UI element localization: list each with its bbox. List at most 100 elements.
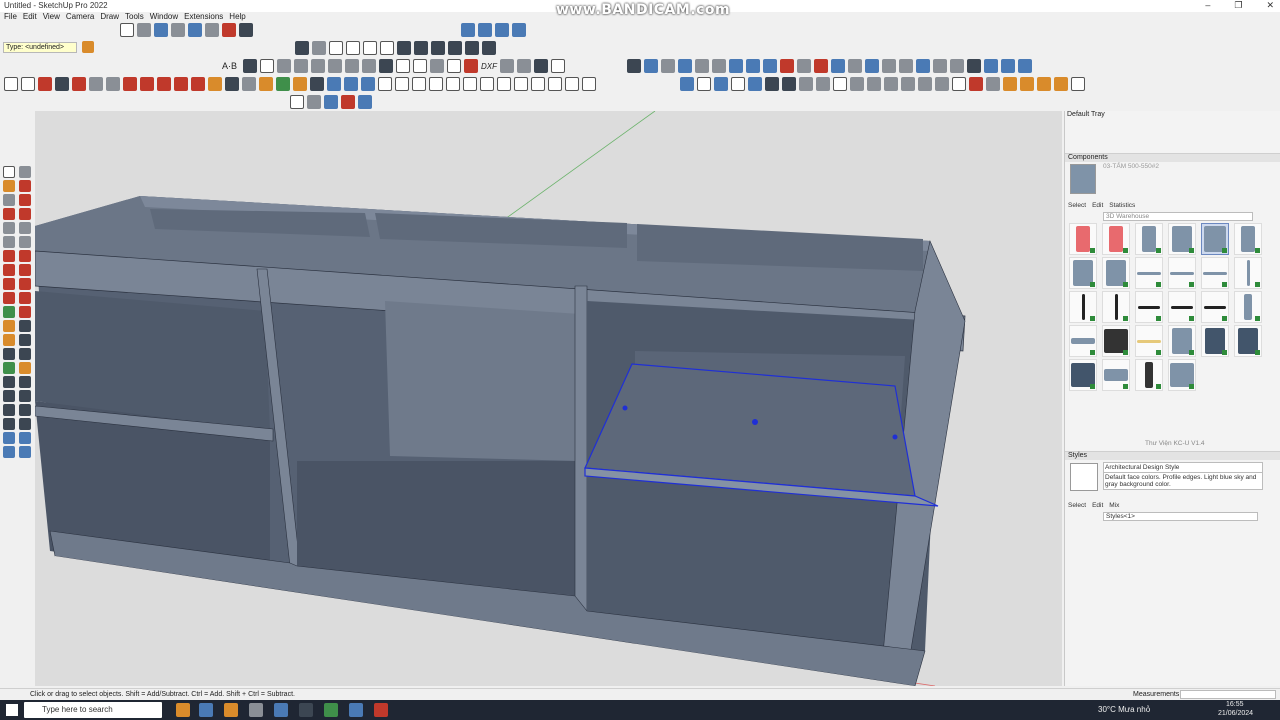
component-thumb[interactable] [1069, 257, 1097, 289]
shadow-icon[interactable] [565, 77, 579, 91]
styles-tab-mix[interactable]: Mix [1109, 502, 1119, 509]
push-left-icon[interactable] [19, 278, 31, 290]
tab-edit[interactable]: Edit [1092, 202, 1103, 209]
panel-icon[interactable] [362, 59, 376, 73]
section-left-icon[interactable] [19, 418, 31, 430]
rotated-rect-icon[interactable] [19, 222, 31, 234]
menu-extensions[interactable]: Extensions [184, 12, 223, 23]
hide-icon[interactable] [882, 59, 896, 73]
fog-icon[interactable] [582, 77, 596, 91]
export-icon[interactable] [205, 23, 219, 37]
component-thumb[interactable] [1069, 359, 1097, 391]
model-viewport[interactable] [35, 111, 1062, 686]
protractor-left-icon[interactable] [3, 334, 15, 346]
component-thumb[interactable] [1135, 223, 1163, 255]
clock-time[interactable]: 16:55 [1226, 701, 1244, 708]
globe-icon[interactable] [984, 59, 998, 73]
component-thumb[interactable] [1168, 257, 1196, 289]
orbit-tool-icon[interactable] [276, 77, 290, 91]
style-wire-icon[interactable] [414, 41, 428, 55]
purge-icon[interactable] [916, 59, 930, 73]
pie-icon[interactable] [19, 264, 31, 276]
cursor-icon[interactable] [260, 59, 274, 73]
menu-window[interactable]: Window [150, 12, 178, 23]
protractor-icon[interactable] [242, 77, 256, 91]
styles-tab-edit[interactable]: Edit [1092, 502, 1103, 509]
export-red-icon[interactable] [341, 95, 355, 109]
move-icon[interactable] [967, 59, 981, 73]
style-textured-icon[interactable] [465, 41, 479, 55]
position-camera-icon[interactable] [3, 404, 15, 416]
weather[interactable]: 30°C Mưa nhỏ [1098, 705, 1150, 714]
print-cut-icon[interactable] [500, 59, 514, 73]
follow-left-icon[interactable] [19, 292, 31, 304]
section-icon[interactable] [661, 59, 675, 73]
section-fill-icon[interactable] [3, 432, 15, 444]
zoom-window-icon[interactable] [478, 23, 492, 37]
menu-file[interactable]: File [4, 12, 17, 23]
style-shaded-icon[interactable] [448, 41, 462, 55]
menu-help[interactable]: Help [229, 12, 245, 23]
plugin-g-icon[interactable] [782, 77, 796, 91]
component-thumb[interactable] [1168, 359, 1196, 391]
arrow-right-icon[interactable] [534, 59, 548, 73]
style-description[interactable]: Default face colors. Profile edges. Ligh… [1103, 472, 1263, 490]
minimize-button[interactable]: – [1205, 0, 1210, 11]
union-icon[interactable] [429, 77, 443, 91]
settings-icon[interactable] [358, 95, 372, 109]
sketchup-taskbar-icon[interactable] [299, 703, 313, 717]
plugin-q-icon[interactable] [952, 77, 966, 91]
intersect-icon[interactable] [412, 77, 426, 91]
component-thumb[interactable] [1234, 257, 1262, 289]
move-left-icon[interactable] [3, 278, 15, 290]
solid-tool-icon[interactable] [627, 59, 641, 73]
move-tool-icon[interactable] [157, 77, 171, 91]
menu-tools[interactable]: Tools [125, 12, 144, 23]
play-icon[interactable] [551, 59, 565, 73]
section-display-icon[interactable] [3, 446, 15, 458]
gear-icon[interactable] [379, 59, 393, 73]
open-icon[interactable] [137, 23, 151, 37]
chrome-icon[interactable] [324, 703, 338, 717]
component-icon[interactable] [678, 59, 692, 73]
eraser-icon[interactable] [38, 77, 52, 91]
rect-left-icon[interactable] [3, 222, 15, 234]
align-icon[interactable] [311, 59, 325, 73]
library-name[interactable]: Thư Viện KC-U V1.4 [1145, 440, 1205, 447]
plugin-s-icon[interactable] [986, 77, 1000, 91]
component-thumb[interactable] [1234, 325, 1262, 357]
component-thumb[interactable] [1102, 257, 1130, 289]
dimension-label[interactable]: A·B [222, 61, 240, 71]
section-cuts-icon[interactable] [19, 432, 31, 444]
style-hidden-icon[interactable] [431, 41, 445, 55]
store-icon[interactable] [249, 703, 263, 717]
plugin-n-icon[interactable] [901, 77, 915, 91]
rotate-left-icon[interactable] [3, 292, 15, 304]
walk-left-icon[interactable] [3, 418, 15, 430]
component-thumb[interactable] [1168, 325, 1196, 357]
trim-icon[interactable] [463, 77, 477, 91]
move-cross-icon[interactable] [430, 59, 444, 73]
file-explorer-icon[interactable] [224, 703, 238, 717]
unhide-icon[interactable] [899, 59, 913, 73]
zoom-icon[interactable] [461, 23, 475, 37]
layout-send-icon[interactable] [531, 77, 545, 91]
select-icon[interactable] [21, 77, 35, 91]
pan-left-icon[interactable] [19, 362, 31, 374]
solid-shell-icon[interactable] [497, 77, 511, 91]
plugin-l-icon[interactable] [867, 77, 881, 91]
plugin-x-icon[interactable] [1071, 77, 1085, 91]
refresh-icon[interactable] [1018, 59, 1032, 73]
plugin-a-icon[interactable] [680, 77, 694, 91]
component-thumb[interactable] [1135, 325, 1163, 357]
zoom-extents-tool-icon[interactable] [327, 77, 341, 91]
polygon-icon[interactable] [106, 77, 120, 91]
camera-icon[interactable] [644, 59, 658, 73]
layers-icon[interactable] [517, 59, 531, 73]
mail-icon[interactable] [274, 703, 288, 717]
rotate-icon[interactable] [277, 59, 291, 73]
x-ray-icon[interactable] [512, 23, 526, 37]
component-name[interactable]: 03-TẤM 500-550#2 [1103, 163, 1159, 170]
plugin-u-icon[interactable] [1020, 77, 1034, 91]
measurements-input[interactable] [1180, 690, 1276, 699]
